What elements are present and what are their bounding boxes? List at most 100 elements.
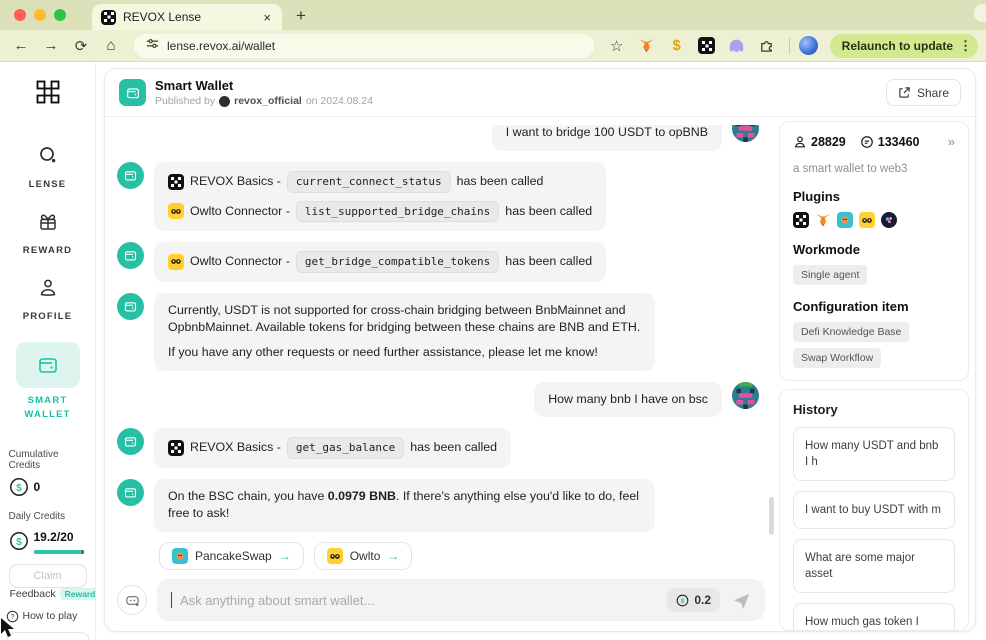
metamask-extension-icon[interactable] [637, 36, 657, 56]
how-to-play-label: How to play [23, 610, 78, 622]
suggestion-owlto-button[interactable]: Owlto → [314, 542, 413, 570]
history-item[interactable]: What are some major asset [793, 539, 955, 593]
history-item[interactable]: I want to buy USDT with m [793, 491, 955, 529]
close-window-button[interactable] [14, 9, 26, 21]
sidebar-item-lense[interactable]: LENSE [16, 144, 80, 190]
plugins-heading: Plugins [793, 189, 955, 204]
feedback-link[interactable]: Feedback Reward [6, 588, 90, 601]
message-row-tools: Owlto Connector -get_bridge_compatible_t… [117, 242, 759, 282]
profile-avatar[interactable] [799, 36, 818, 55]
site-settings-icon[interactable] [146, 37, 159, 55]
back-button[interactable]: ← [8, 33, 34, 59]
send-button[interactable] [728, 589, 755, 612]
forward-button[interactable]: → [38, 33, 64, 59]
tool-called-suffix: has been called [410, 439, 497, 457]
tool-call-bubble[interactable]: Owlto Connector -get_bridge_compatible_t… [154, 242, 606, 282]
history-item[interactable]: How many USDT and bnb I h [793, 427, 955, 481]
share-button[interactable]: Share [886, 79, 961, 106]
address-bar[interactable]: lense.revox.ai/wallet [134, 34, 594, 58]
tab-close-icon[interactable]: × [261, 10, 273, 25]
suggestion-pancakeswap-button[interactable]: PancakeSwap→ [159, 542, 304, 570]
phantom-extension-icon[interactable] [727, 36, 747, 56]
bot-avatar [117, 428, 144, 455]
robot-icon [124, 592, 141, 609]
composer: $ 0.2 [117, 579, 765, 621]
suggestion-label: Owlto [350, 549, 381, 563]
revox-plugin-icon [168, 440, 184, 456]
new-tab-button[interactable]: + [282, 6, 320, 30]
home-button[interactable]: ⌂ [98, 33, 124, 59]
sidebar-item-reward[interactable]: REWARD [16, 210, 80, 256]
tool-called-suffix: has been called [505, 203, 592, 221]
chat-input[interactable] [180, 593, 659, 608]
browser-tab[interactable]: REVOX Lense × [92, 4, 282, 30]
chats-count: 133460 [878, 135, 920, 149]
gift-icon [36, 210, 60, 239]
chat-input-wrap[interactable]: $ 0.2 [157, 579, 765, 621]
how-to-play-link[interactable]: ? How to play [6, 610, 90, 623]
suggestion-row: PancakeSwap→ Owlto → [159, 542, 765, 570]
owlto-icon [327, 548, 343, 564]
browser-toolbar: ← → ⟳ ⌂ lense.revox.ai/wallet ☆ $ Re [0, 30, 986, 62]
bot-message-bubble[interactable]: Currently, USDT is not supported for cro… [154, 293, 655, 371]
tool-function-chip[interactable]: current_connect_status [287, 171, 451, 193]
minimize-window-button[interactable] [34, 9, 46, 21]
share-label: Share [917, 86, 949, 100]
agent-card: Smart Wallet Published by revox_official… [104, 68, 976, 632]
dollar-extension-icon[interactable]: $ [667, 36, 687, 56]
config-chips: Defi Knowledge BaseSwap Workflow [793, 322, 955, 368]
agent-info-card: 28829 133460 » a smart wallet to web3 Pl… [779, 121, 969, 381]
message-row-tools: REVOX Basics - current_connect_statushas … [117, 162, 759, 231]
plugins-row [793, 212, 955, 228]
revox-logo[interactable] [34, 78, 62, 106]
user-message-bubble[interactable]: How many bnb I have on bsc [534, 382, 722, 418]
tool-plugin-name: REVOX Basics - [190, 173, 281, 191]
chats-stat: 133460 [860, 135, 920, 149]
sidebar-item-profile[interactable]: PROFILE [16, 276, 80, 322]
sidebar-item-label: SMART WALLET [17, 394, 79, 423]
tool-function-chip[interactable]: get_gas_balance [287, 437, 404, 459]
publisher-name[interactable]: revox_official [234, 95, 302, 107]
extensions-puzzle-icon[interactable] [757, 36, 777, 56]
relaunch-button[interactable]: Relaunch to update ⋮ [830, 34, 978, 58]
misc-plugin-icon[interactable] [881, 212, 897, 228]
chat-scrollbar[interactable] [769, 497, 774, 535]
users-icon [793, 135, 807, 149]
new-agent-button[interactable] [117, 585, 147, 615]
pancakeswap-plugin-icon[interactable] [837, 212, 853, 228]
published-by-label: Published by [155, 95, 215, 107]
bot-avatar [117, 293, 144, 320]
tabstrip-corner-decoration [974, 4, 986, 22]
zoom-window-button[interactable] [54, 9, 66, 21]
tool-function-chip[interactable]: get_bridge_compatible_tokens [296, 251, 499, 273]
revox-plugin-icon[interactable] [793, 212, 809, 228]
history-item[interactable]: How much gas token I have [793, 603, 955, 631]
arrow-icon: → [387, 549, 399, 563]
tool-call-bubble[interactable]: REVOX Basics -get_gas_balancehas been ca… [154, 428, 511, 468]
owlto-plugin-icon [168, 203, 184, 219]
bot-message-bubble[interactable]: On the BSC chain, you have 0.0979 BNB. I… [154, 479, 655, 532]
window-controls[interactable] [0, 9, 80, 30]
config-chip: Swap Workflow [793, 348, 881, 368]
bot-avatar [117, 479, 144, 506]
tool-function-chip[interactable]: list_supported_bridge_chains [296, 201, 499, 223]
metamask-plugin-icon[interactable] [815, 212, 831, 228]
owlto-plugin-icon[interactable] [859, 212, 875, 228]
chat-column: On the BSC chain, you have 5233.9007 USD… [105, 117, 775, 631]
theme-toggle[interactable]: Dark Light [6, 632, 90, 640]
tab-strip: REVOX Lense × + [0, 0, 986, 30]
tool-call-bubble[interactable]: REVOX Basics - current_connect_statushas … [154, 162, 606, 231]
user-message-bubble[interactable]: I want to bridge 100 USDT to opBNB [492, 125, 722, 151]
daily-credits-progress [34, 550, 84, 554]
agent-description: a smart wallet to web3 [793, 163, 955, 175]
chrome-menu-icon[interactable]: ⋮ [959, 38, 972, 54]
reload-button[interactable]: ⟳ [68, 33, 94, 59]
revox-extension-icon[interactable] [697, 36, 717, 56]
collapse-panel-button[interactable]: » [948, 134, 955, 149]
bookmark-star-icon[interactable]: ☆ [604, 33, 630, 59]
url-text: lense.revox.ai/wallet [167, 39, 275, 53]
sidebar-item-wallet[interactable]: SMART WALLET [16, 342, 80, 423]
claim-button[interactable]: Claim [9, 564, 87, 588]
message-list: On the BSC chain, you have 5233.9007 USD… [117, 125, 765, 532]
svg-text:$: $ [16, 537, 22, 548]
